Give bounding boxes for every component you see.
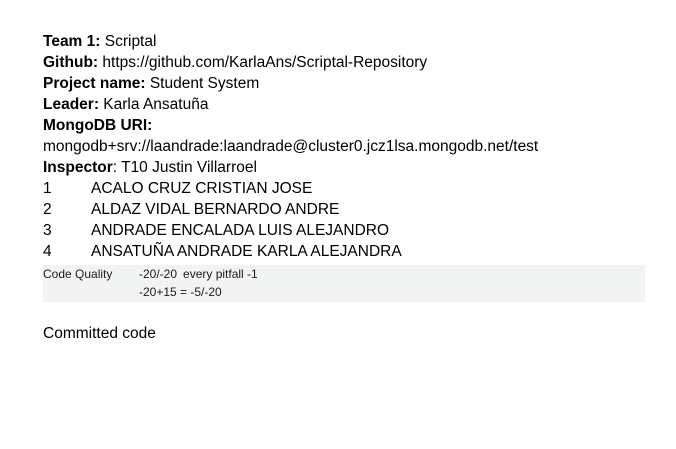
github-url[interactable]: https://github.com/KarlaAns/Scriptal-Rep…: [98, 54, 427, 71]
code-quality-score-row: -20/-20 every pitfall -1: [139, 267, 258, 282]
inspector-label: Inspector: [43, 159, 113, 176]
member-number: 1: [43, 180, 52, 197]
code-quality-rule: every pitfall -1: [183, 267, 258, 281]
committed-code-heading: Committed code: [43, 325, 156, 342]
member-name: ALDAZ VIDAL BERNARDO ANDRE: [91, 201, 340, 218]
github-label: Github:: [43, 54, 99, 71]
document-body: Team 1: Scriptal Github: https://github.…: [43, 31, 645, 344]
team-line: Team 1: Scriptal: [43, 31, 645, 52]
leader-value: Karla Ansatuña: [99, 96, 209, 113]
leader-label: Leader:: [43, 96, 99, 113]
list-item: 2 ALDAZ VIDAL BERNARDO ANDRE: [43, 199, 645, 220]
member-number: 2: [43, 201, 52, 218]
mongodb-uri-line: mongodb+srv://laandrade:laandrade@cluste…: [43, 136, 645, 157]
list-item: 1 ACALO CRUZ CRISTIAN JOSE: [43, 178, 645, 199]
project-label: Project name:: [43, 75, 146, 92]
project-line: Project name: Student System: [43, 73, 645, 94]
inspector-value: : T10 Justin Villarroel: [112, 159, 257, 176]
list-item: 4 ANSATUÑA ANDRADE KARLA ALEJANDRA: [43, 241, 645, 262]
document-page: Team 1: Scriptal Github: https://github.…: [0, 0, 676, 449]
team-label: Team 1:: [43, 33, 101, 50]
member-list: 1 ACALO CRUZ CRISTIAN JOSE 2 ALDAZ VIDAL…: [43, 178, 645, 262]
project-value: Student System: [145, 75, 260, 92]
list-item: 3 ANDRADE ENCALADA LUIS ALEJANDRO: [43, 220, 645, 241]
mongodb-label: MongoDB URI:: [43, 117, 153, 134]
mongodb-label-line: MongoDB URI:: [43, 115, 645, 136]
member-name: ANDRADE ENCALADA LUIS ALEJANDRO: [91, 222, 390, 239]
mongodb-uri: mongodb+srv://laandrade:laandrade@cluste…: [43, 138, 539, 155]
code-quality-table: Code Quality -20/-20 every pitfall -1 -20…: [43, 265, 645, 302]
member-number: 3: [43, 222, 52, 239]
member-name: ACALO CRUZ CRISTIAN JOSE: [91, 180, 313, 197]
github-line: Github: https://github.com/KarlaAns/Scri…: [43, 52, 645, 73]
code-quality-score: -20/-20: [139, 267, 178, 281]
inspector-line: Inspector: T10 Justin Villarroel: [43, 157, 645, 178]
member-name: ANSATUÑA ANDRADE KARLA ALEJANDRA: [91, 243, 402, 260]
code-quality-label: Code Quality: [43, 267, 113, 281]
leader-line: Leader: Karla Ansatuña: [43, 94, 645, 115]
team-value: Scriptal: [100, 33, 157, 50]
code-quality-total: -20+15 = -5/-20: [139, 285, 222, 299]
member-number: 4: [43, 243, 52, 260]
